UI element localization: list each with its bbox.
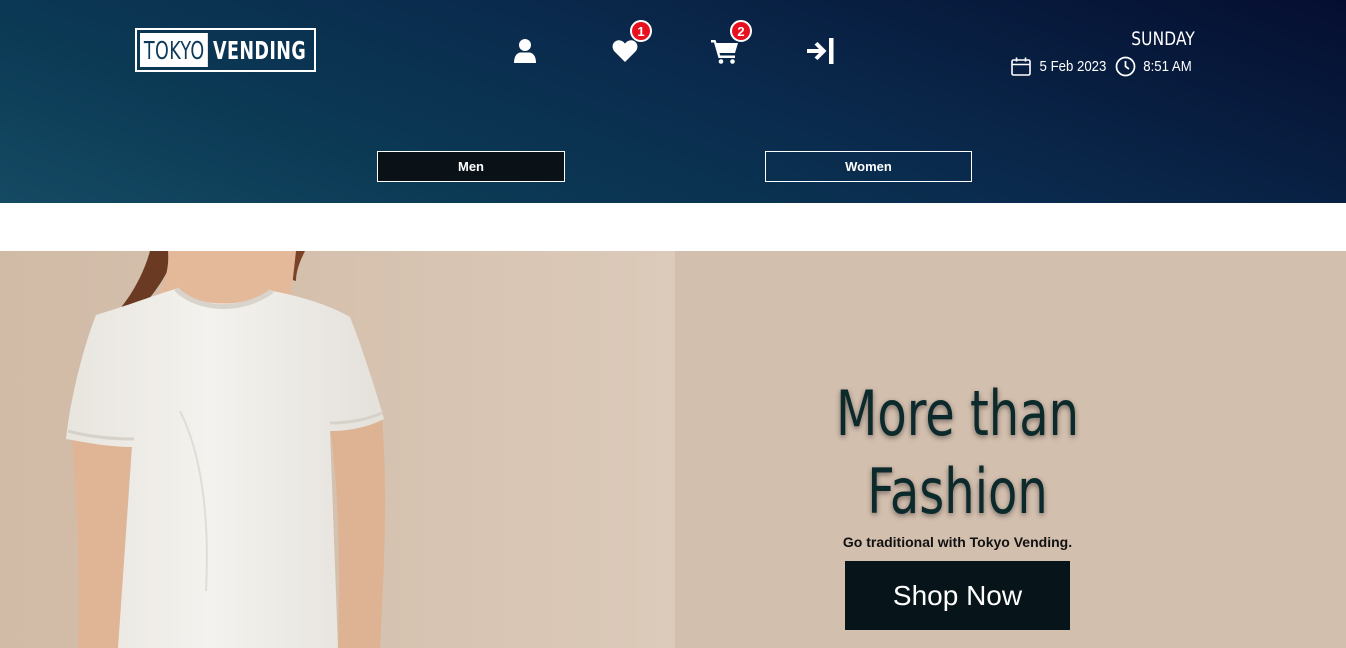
cart-icon — [711, 40, 738, 64]
current-date: 5 Feb 2023 — [1039, 58, 1107, 75]
login-button[interactable] — [803, 34, 837, 68]
heart-icon — [612, 40, 638, 62]
cart-button[interactable]: 2 — [708, 20, 752, 68]
day-of-week: SUNDAY — [1131, 28, 1195, 50]
login-icon — [807, 38, 834, 64]
hero-image-model-white-tshirt — [0, 251, 675, 648]
logo-text-secondary: VENDING — [212, 35, 307, 65]
site-header: TOKYO VENDING 1 2 SUNDAY 5 Feb 2023 8:51… — [0, 0, 1346, 203]
wishlist-count-badge: 1 — [630, 20, 652, 42]
calendar-icon — [1011, 57, 1031, 76]
user-icon — [514, 39, 536, 63]
category-men-button[interactable]: Men — [377, 151, 565, 182]
current-time: 8:51 AM — [1143, 58, 1192, 75]
cart-count-badge: 2 — [730, 20, 752, 42]
logo-text-primary: TOKYO — [140, 33, 208, 67]
headline-line-1: More than — [835, 377, 1080, 450]
wishlist-button[interactable]: 1 — [608, 20, 652, 68]
hero-headline: More than Fashion — [715, 375, 1201, 531]
account-button[interactable] — [508, 34, 542, 68]
brand-logo[interactable]: TOKYO VENDING — [135, 28, 316, 72]
clock-icon — [1115, 56, 1136, 77]
shop-now-button[interactable]: Shop Now — [845, 561, 1070, 630]
hero-banner: More than Fashion Go traditional with To… — [0, 251, 1346, 648]
category-women-button[interactable]: Women — [765, 151, 972, 182]
date-time-row: 5 Feb 2023 8:51 AM — [1011, 56, 1195, 77]
headline-line-2: Fashion — [867, 455, 1048, 528]
hero-tagline: Go traditional with Tokyo Vending. — [842, 534, 1073, 550]
date-time-display: SUNDAY 5 Feb 2023 8:51 AM — [1011, 28, 1195, 77]
hero-content: More than Fashion Go traditional with To… — [675, 251, 1346, 648]
